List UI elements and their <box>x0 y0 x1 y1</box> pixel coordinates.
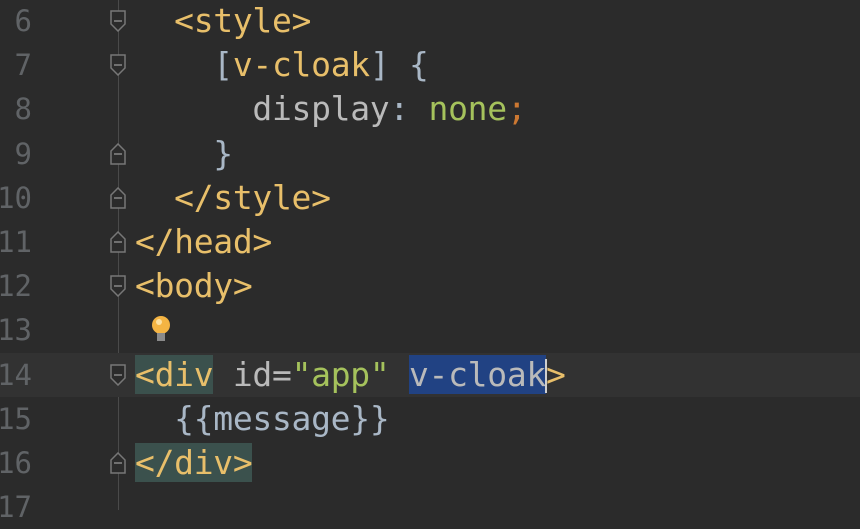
code-line[interactable]: 7 [v-cloak] { <box>0 43 860 87</box>
code-token: </div> <box>135 442 253 482</box>
code-token: </head> <box>135 221 272 261</box>
code-token: <div <box>135 354 214 394</box>
code-text: </div> <box>135 441 253 485</box>
line-number: 9 <box>14 136 32 171</box>
code-line[interactable]: 8 display: none; <box>0 87 860 131</box>
code-token: : <box>389 89 429 129</box>
code-text: {{message}} <box>135 397 390 441</box>
code-token: > <box>545 354 566 394</box>
code-line[interactable]: 17 <box>0 485 860 529</box>
code-token: [ <box>213 45 233 85</box>
line-number: 11 <box>0 224 32 259</box>
code-line[interactable]: 9 } <box>0 132 860 176</box>
code-token: "app" <box>291 354 390 394</box>
code-line[interactable]: 16 </div> <box>0 441 860 485</box>
code-text: <style> <box>135 0 311 43</box>
line-number: 10 <box>0 180 32 215</box>
code-token: <body> <box>135 266 253 306</box>
code-line[interactable]: 10 </style> <box>0 176 860 220</box>
code-token: } <box>213 133 233 173</box>
lightbulb-icon[interactable] <box>150 314 172 346</box>
code-line[interactable]: 12 <body> <box>0 264 860 308</box>
code-token: ; <box>506 89 527 129</box>
code-token: </style> <box>174 177 331 217</box>
code-token: id= <box>213 354 292 394</box>
code-token: display <box>252 89 390 129</box>
line-number: 12 <box>0 269 32 304</box>
line-number: 15 <box>0 401 32 436</box>
code-token: <style> <box>174 1 312 40</box>
fold-collapse-icon[interactable] <box>109 54 127 77</box>
code-text: display: none; <box>135 87 526 131</box>
code-text: <div id="app" v-cloak> <box>135 353 566 397</box>
code-token: {{message}} <box>174 398 390 438</box>
code-text: } <box>135 132 233 176</box>
code-token: ] { <box>369 45 429 85</box>
fold-collapse-icon[interactable] <box>109 10 127 32</box>
line-number: 17 <box>0 490 32 525</box>
fold-end-icon[interactable] <box>109 451 127 474</box>
selected-text: v-cloak <box>408 354 546 394</box>
code-editor[interactable]: 6 <style> 7 [v-cloak] {8 display: none; 9 … <box>0 0 860 529</box>
code-text: </head> <box>135 220 272 264</box>
fold-collapse-icon[interactable] <box>109 275 127 298</box>
fold-end-icon[interactable] <box>109 230 127 253</box>
line-number: 16 <box>0 445 32 480</box>
code-token: v-cloak <box>232 45 370 85</box>
code-text: </style> <box>135 176 331 220</box>
line-number: 13 <box>0 313 32 348</box>
line-number: 14 <box>0 357 32 392</box>
fold-collapse-icon[interactable] <box>109 363 127 386</box>
code-line[interactable]: 6 <style> <box>0 0 860 43</box>
line-number: 8 <box>14 92 32 127</box>
code-line[interactable]: 11 </head> <box>0 220 860 264</box>
code-line[interactable]: 15 {{message}} <box>0 397 860 441</box>
fold-end-icon[interactable] <box>109 186 127 209</box>
line-number: 6 <box>14 4 32 38</box>
code-line[interactable]: 14 <div id="app" v-cloak> <box>0 352 860 397</box>
fold-end-icon[interactable] <box>109 142 127 165</box>
code-line[interactable]: 13 <box>0 308 860 352</box>
code-token: none <box>428 89 508 129</box>
code-text: <body> <box>135 264 253 308</box>
line-number: 7 <box>14 48 32 83</box>
code-text: [v-cloak] { <box>135 43 429 87</box>
